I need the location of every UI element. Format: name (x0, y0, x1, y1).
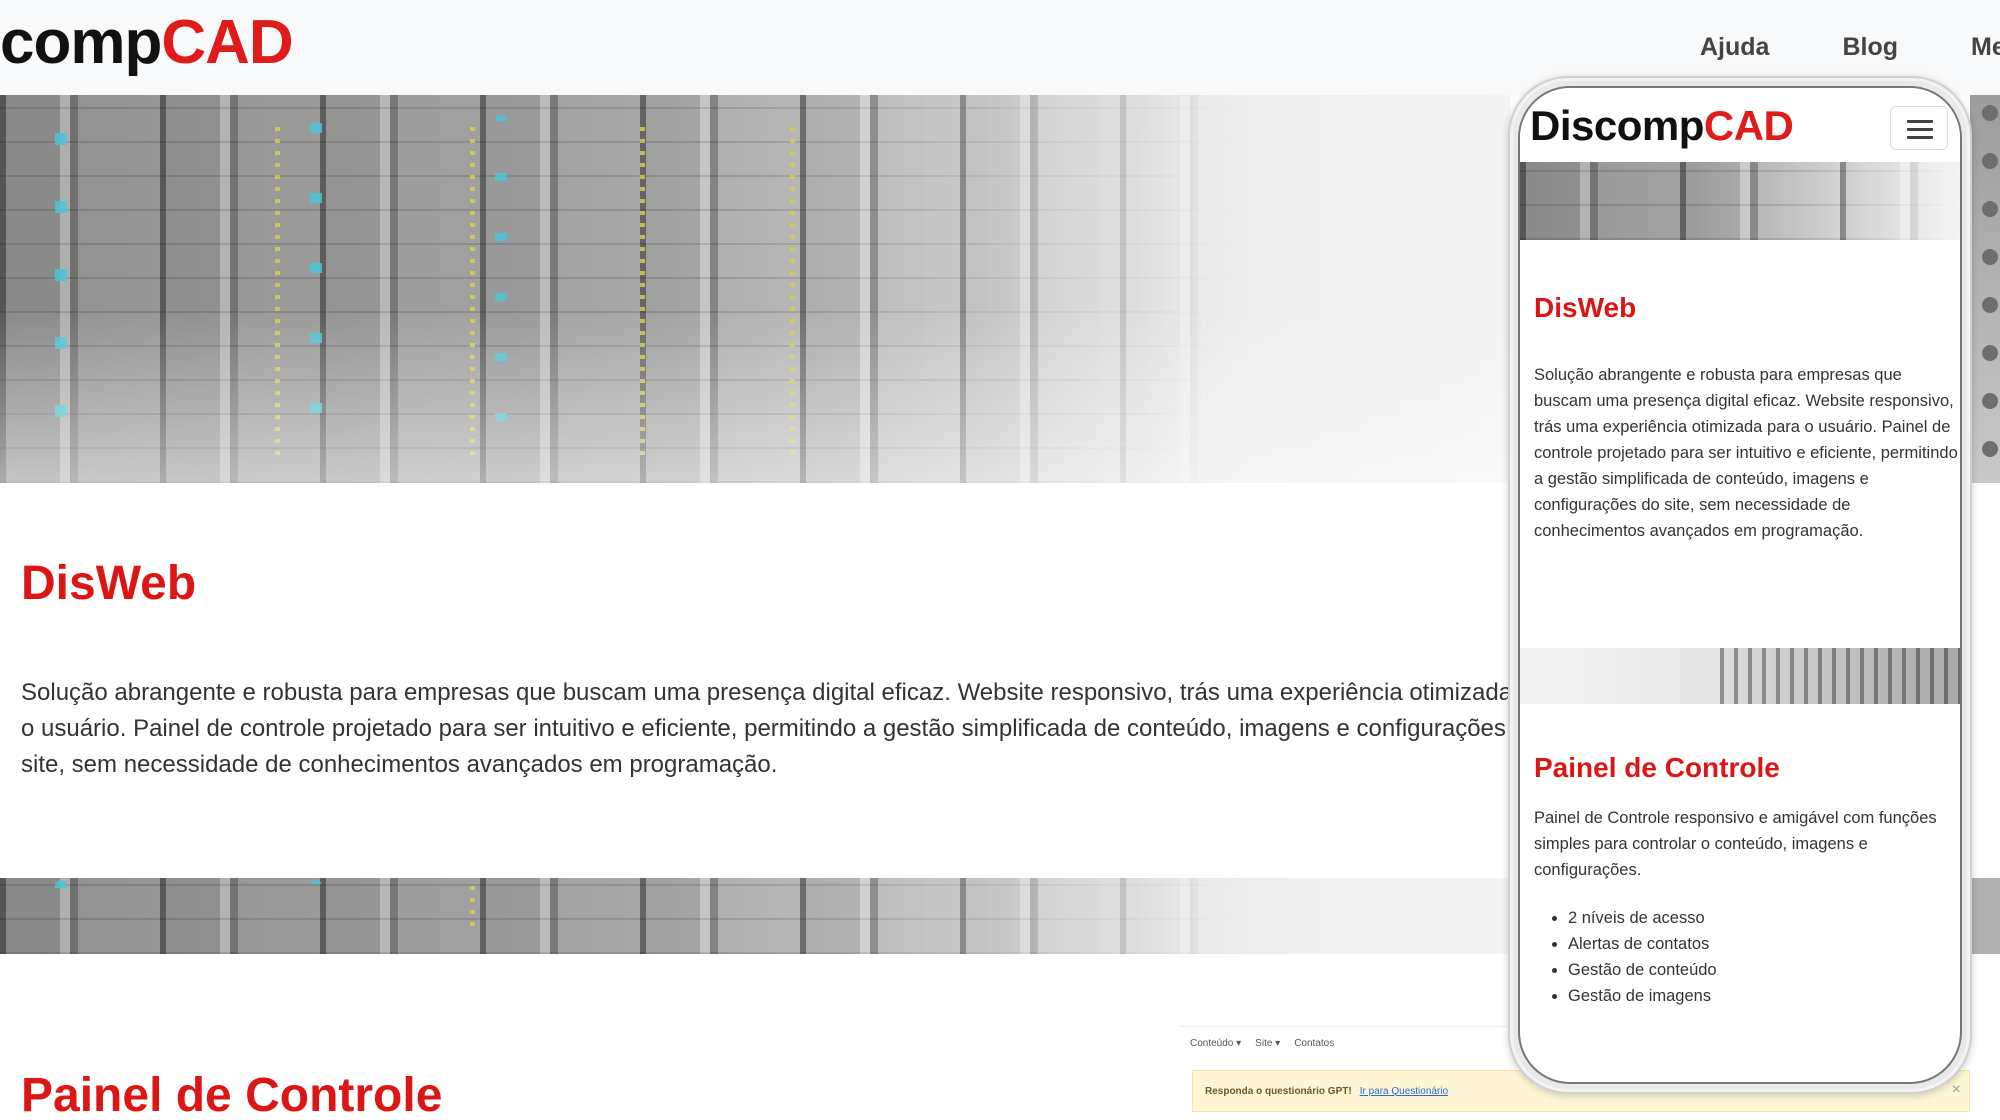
phone-screen: DiscompCAD DisWeb Solução abrangente e r… (1518, 86, 1962, 1084)
section-body-disweb: Solução abrangente e robusta para empres… (21, 679, 1567, 778)
alert-questionnaire-link[interactable]: Ir para Questionário (1360, 1086, 1448, 1097)
site-logo[interactable]: compCAD (0, 8, 294, 78)
phone-logo-suffix: CAD (1703, 102, 1794, 149)
hamburger-line (1907, 120, 1933, 123)
feature-list: 2 níveis de acesso Alertas de contatos G… (1568, 905, 1717, 1009)
phone-header: DiscompCAD (1520, 88, 1960, 162)
rack-light (1982, 201, 1998, 217)
phone-section-title-painel: Painel de Controle (1534, 752, 1780, 783)
hamburger-line (1907, 128, 1933, 131)
section-title-painel: Painel de Controle (21, 1069, 443, 1120)
rack-shelves-graphic (0, 878, 1250, 954)
list-item: Gestão de conteúdo (1568, 957, 1717, 983)
admin-menu-conteudo[interactable]: Conteúdo ▾ (1190, 1038, 1241, 1049)
logo-text-suffix: CAD (161, 8, 293, 77)
nav-link-blog[interactable]: Blog (1842, 30, 1898, 64)
rack-light (1982, 393, 1998, 409)
rack-light (1982, 441, 1998, 457)
rack-light (1982, 105, 1998, 121)
main-nav: Ajuda Blog Me (1700, 30, 2000, 64)
rack-shelves-graphic (1520, 162, 1960, 240)
admin-preview-menubar: Conteúdo ▾ Site ▾ Contatos (1180, 1026, 1520, 1060)
admin-menu-contatos[interactable]: Contatos (1294, 1038, 1334, 1049)
section-divider-image (0, 878, 1510, 954)
list-item: 2 níveis de acesso (1568, 905, 1717, 931)
phone-mockup: DiscompCAD DisWeb Solução abrangente e r… (1508, 76, 1972, 1094)
rack-leds-graphic (310, 880, 322, 944)
phone-logo-prefix: Discomp (1530, 102, 1704, 149)
close-icon[interactable]: × (1952, 1081, 1961, 1099)
rack-light (1982, 345, 1998, 361)
floor-reflection (0, 308, 1510, 483)
phone-divider-image (1520, 648, 1960, 704)
phone-logo[interactable]: DiscompCAD (1530, 102, 1794, 150)
nav-link-ajuda[interactable]: Ajuda (1700, 30, 1769, 64)
hamburger-icon[interactable] (1890, 106, 1948, 150)
server-racks-graphic (1720, 648, 1960, 704)
phone-section-body-disweb: Solução abrangente e robusta para empres… (1534, 366, 1958, 540)
nav-link-menu-truncated[interactable]: Me (1971, 30, 2000, 64)
background-edge-image (1970, 95, 2000, 483)
rack-leds-graphic (55, 880, 67, 944)
phone-section-title-disweb: DisWeb (1534, 292, 1637, 323)
rack-light (1982, 249, 1998, 265)
phone-section-body-painel: Painel de Controle responsivo e amigável… (1534, 809, 1937, 879)
alert-text: Responda o questionário GPT! (1205, 1085, 1352, 1097)
rack-light (1982, 153, 1998, 169)
list-item: Alertas de contatos (1568, 931, 1717, 957)
list-item: Gestão de imagens (1568, 983, 1717, 1009)
rack-light (1982, 297, 1998, 313)
hero-banner-image (0, 95, 1510, 483)
logo-text-prefix: comp (0, 8, 162, 77)
phone-hero-banner (1520, 162, 1960, 240)
section-title-disweb: DisWeb (21, 557, 197, 610)
hamburger-line (1907, 136, 1933, 139)
page: compCAD Ajuda Blog Me DisWeb Solução abr… (0, 0, 2000, 1120)
background-edge-image (1970, 878, 2000, 954)
rack-leds-graphic (470, 886, 475, 934)
admin-menu-site[interactable]: Site ▾ (1255, 1038, 1280, 1049)
